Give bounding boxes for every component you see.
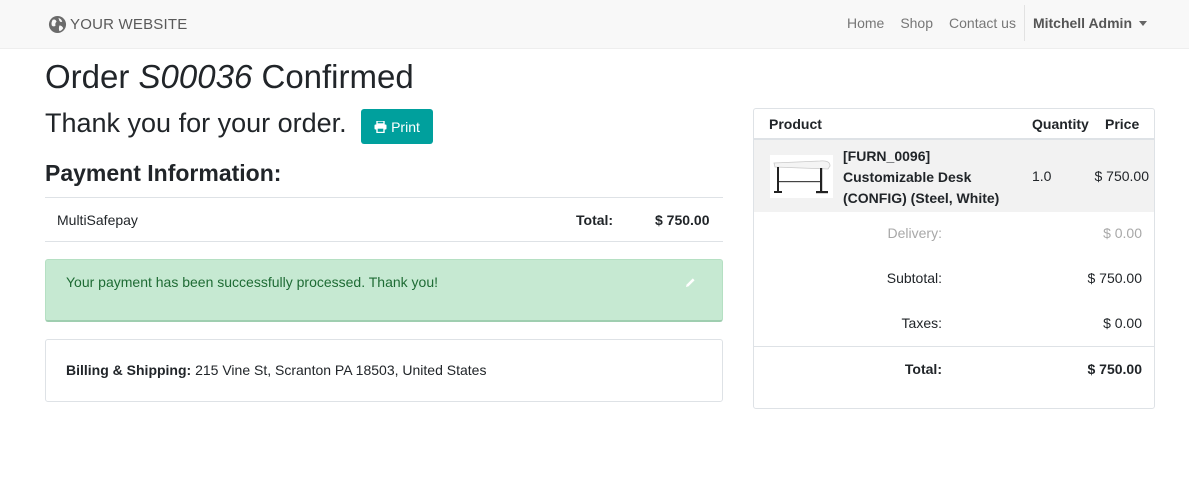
nav-shop-link[interactable]: Shop — [900, 15, 933, 31]
table-row: [FURN_0096] Customizable Desk (CONFIG) (… — [754, 140, 1154, 212]
divider — [45, 241, 723, 242]
caret-down-icon — [1139, 20, 1147, 26]
order-title-suffix: Confirmed — [252, 58, 414, 95]
summary-total-value: $ 750.00 — [1087, 361, 1143, 377]
order-summary-card: Product Quantity Price [FURN_0096] Custo… — [753, 108, 1155, 409]
subtotal-label: Subtotal: — [886, 270, 942, 286]
nav-menu: Home Shop Contact us Mitchell Admin — [847, 0, 1189, 46]
thank-you-message: Thank you for your order. — [45, 108, 347, 138]
globe-icon — [48, 15, 67, 34]
product-quantity: 1.0 — [1032, 168, 1052, 184]
summary-table-header: Product Quantity Price — [754, 109, 1154, 140]
payment-total-label: Total: — [576, 212, 614, 228]
product-name-link[interactable]: [FURN_0096] Customizable Desk (CONFIG) (… — [843, 146, 1023, 209]
payment-info-heading: Payment Information: — [45, 160, 282, 186]
address-line: Billing & Shipping: 215 Vine St, Scranto… — [66, 362, 486, 378]
brand-logo[interactable]: YOUR WEBSITE — [48, 13, 187, 35]
order-number: S00036 — [138, 58, 253, 95]
taxes-value: $ 0.00 — [1103, 315, 1142, 331]
product-column-header: Product — [769, 116, 822, 132]
payment-total-value: $ 750.00 — [655, 212, 710, 228]
delivery-label: Delivery: — [887, 225, 942, 241]
order-title: Order S00036 Confirmed — [45, 58, 414, 96]
pencil-icon[interactable] — [685, 277, 696, 288]
delivery-value: $ 0.00 — [1103, 225, 1142, 241]
print-button-label: Print — [391, 118, 420, 135]
order-title-prefix: Order — [45, 58, 139, 95]
address-label: Billing & Shipping: — [66, 362, 192, 378]
print-button[interactable]: Print — [361, 109, 433, 144]
user-menu-dropdown[interactable]: Mitchell Admin — [1025, 15, 1189, 31]
product-price: $ 750.00 — [1094, 168, 1150, 184]
product-image[interactable] — [770, 155, 833, 198]
nav-contact-link[interactable]: Contact us — [949, 15, 1016, 31]
subtotal-value: $ 750.00 — [1087, 270, 1143, 286]
alert-message: Your payment has been successfully proce… — [66, 274, 438, 290]
divider — [754, 346, 1154, 347]
payment-success-alert: Your payment has been successfully proce… — [45, 259, 723, 322]
payment-method: MultiSafepay — [57, 212, 138, 228]
printer-icon — [374, 120, 387, 133]
nav-home-link[interactable]: Home — [847, 15, 884, 31]
top-navbar: YOUR WEBSITE Home Shop Contact us Mitche… — [0, 0, 1189, 49]
brand-name: YOUR WEBSITE — [70, 15, 188, 33]
quantity-column-header: Quantity — [1032, 116, 1089, 132]
address-value: 215 Vine St, Scranton PA 18503, United S… — [191, 362, 487, 378]
summary-total-label: Total: — [904, 361, 942, 377]
billing-shipping-box: Billing & Shipping: 215 Vine St, Scranto… — [45, 339, 723, 402]
taxes-label: Taxes: — [901, 315, 942, 331]
divider — [45, 197, 723, 198]
user-name: Mitchell Admin — [1032, 15, 1132, 31]
price-column-header: Price — [1105, 116, 1140, 132]
